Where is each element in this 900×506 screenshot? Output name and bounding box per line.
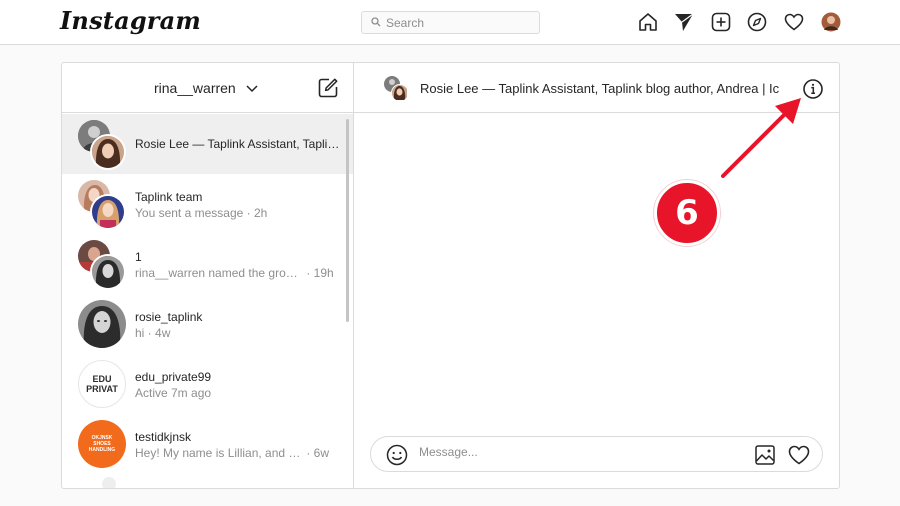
- step-number-badge: 6: [654, 180, 720, 246]
- annotation-arrow: [721, 98, 801, 178]
